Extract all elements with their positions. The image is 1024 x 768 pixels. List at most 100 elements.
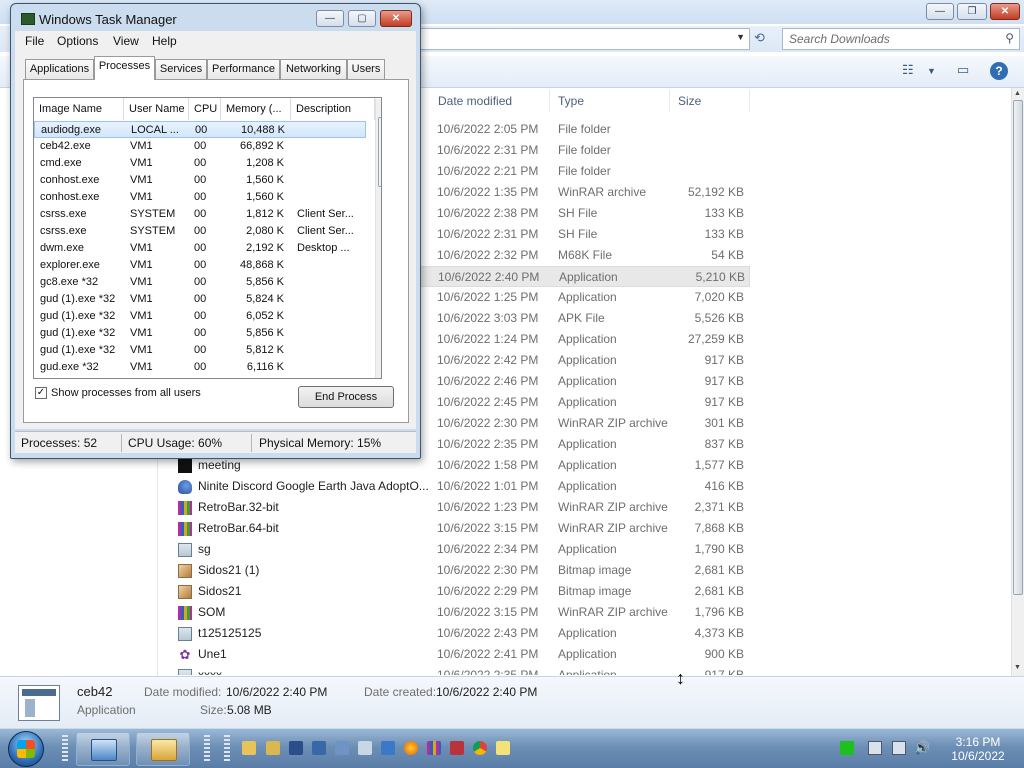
toolbar-grip[interactable] xyxy=(224,735,230,763)
tab-networking[interactable]: Networking xyxy=(280,59,347,79)
tab-performance[interactable]: Performance xyxy=(207,59,280,79)
minimize-button[interactable]: — xyxy=(316,10,344,27)
process-user: VM1 xyxy=(130,327,153,339)
volume-icon[interactable]: 🔊 xyxy=(914,741,930,755)
close-button[interactable]: ✕ xyxy=(990,3,1020,20)
network-icon[interactable] xyxy=(312,741,326,755)
process-row[interactable]: gud (1).exe *32 VM1 00 5,824 K xyxy=(34,291,366,308)
process-row[interactable]: audiodg.exe LOCAL ... 00 10,488 K xyxy=(34,121,366,138)
process-row[interactable]: csrss.exe SYSTEM 00 2,080 K Client Ser... xyxy=(34,223,366,240)
scroll-down-icon[interactable]: ▼ xyxy=(1014,664,1021,671)
column-memory[interactable]: Memory (... xyxy=(221,98,291,120)
start-button[interactable] xyxy=(8,731,44,767)
process-row[interactable]: csrss.exe SYSTEM 00 1,812 K Client Ser... xyxy=(34,206,366,223)
process-row[interactable]: conhost.exe VM1 00 1,560 K xyxy=(34,172,366,189)
process-row[interactable]: gc8.exe *32 VM1 00 5,856 K xyxy=(34,274,366,291)
process-scrollbar[interactable]: ▲ ▼ xyxy=(375,99,381,378)
search-icon[interactable]: ⚲ xyxy=(1005,31,1014,45)
file-row[interactable]: Sidos21 10/6/2022 2:29 PM Bitmap image 2,68… xyxy=(160,581,750,602)
shield-icon[interactable] xyxy=(358,741,372,755)
file-row[interactable]: RetroBar.64-bit 10/6/2022 3:15 PM WinRAR Z… xyxy=(160,518,750,539)
column-description[interactable]: Description xyxy=(291,98,375,120)
preview-pane-icon[interactable]: ▭ xyxy=(957,62,969,78)
process-row[interactable]: explorer.exe VM1 00 48,868 K xyxy=(34,257,366,274)
tab-applications[interactable]: Applications xyxy=(25,59,94,79)
monitor-icon[interactable] xyxy=(335,741,349,755)
scroll-down-icon[interactable]: ▼ xyxy=(380,367,381,374)
chevron-down-icon[interactable]: ▼ xyxy=(736,32,745,42)
view-options-icon[interactable]: ☷ xyxy=(902,62,914,78)
file-type: WinRAR archive xyxy=(558,185,647,199)
scroll-up-icon[interactable]: ▲ xyxy=(1014,90,1021,97)
clock[interactable]: 3:16 PM 10/6/2022 xyxy=(938,735,1018,763)
file-row[interactable]: RetroBar.32-bit 10/6/2022 1:23 PM WinRAR Z… xyxy=(160,497,750,518)
desktop-icon[interactable] xyxy=(381,741,395,755)
close-button[interactable]: ✕ xyxy=(380,10,412,27)
process-row[interactable]: gud.exe *32 VM1 00 6,116 K xyxy=(34,359,366,376)
notepad-icon[interactable] xyxy=(496,741,510,755)
app-icon[interactable] xyxy=(450,741,464,755)
view-dropdown-icon[interactable]: ▼ xyxy=(927,66,936,76)
file-row[interactable]: ✿ Une1 10/6/2022 2:41 PM Application 900 KB xyxy=(160,644,750,665)
end-process-button[interactable]: End Process xyxy=(298,386,394,408)
process-cpu: 00 xyxy=(194,259,207,271)
network-tray-icon[interactable] xyxy=(868,741,882,755)
column-image-name[interactable]: Image Name xyxy=(34,98,124,120)
scroll-up-icon[interactable]: ▲ xyxy=(380,103,381,110)
search-input[interactable]: Search Downloads ⚲ xyxy=(782,28,1020,50)
column-user-name[interactable]: User Name xyxy=(124,98,189,120)
process-mem: 1,560 K xyxy=(246,174,284,186)
help-icon[interactable]: ? xyxy=(990,62,1008,80)
file-row[interactable]: Ninite Discord Google Earth Java AdoptO.… xyxy=(160,476,750,497)
checkbox-check-icon[interactable]: ✓ xyxy=(35,387,47,400)
action-center-icon[interactable] xyxy=(892,741,906,755)
file-row[interactable]: SOM 10/6/2022 3:15 PM WinRAR ZIP archive 1,… xyxy=(160,602,750,623)
folder-icon[interactable] xyxy=(242,741,256,755)
column-type[interactable]: Type xyxy=(550,90,670,112)
tray-status-icon[interactable] xyxy=(840,741,854,755)
process-row[interactable]: dwm.exe VM1 00 2,192 K Desktop ... xyxy=(34,240,366,257)
toolbar-grip[interactable] xyxy=(204,735,210,763)
tab-services[interactable]: Services xyxy=(155,59,207,79)
winrar-icon[interactable] xyxy=(427,741,441,755)
column-cpu[interactable]: CPU xyxy=(189,98,221,120)
show-all-users-checkbox[interactable]: ✓ Show processes from all users xyxy=(35,387,201,400)
clock-date: 10/6/2022 xyxy=(951,749,1005,763)
file-size: 5,210 KB xyxy=(695,270,745,284)
file-row[interactable]: xxxx 10/6/2022 2:35 PM Application 917 KB xyxy=(160,665,750,675)
tab-processes[interactable]: Processes xyxy=(94,56,155,80)
scrollbar-thumb[interactable] xyxy=(1013,100,1023,595)
process-row[interactable]: cmd.exe VM1 00 1,208 K xyxy=(34,155,366,172)
computer-icon[interactable] xyxy=(289,741,303,755)
scrollbar-thumb[interactable] xyxy=(378,117,381,187)
process-row[interactable]: ceb42.exe VM1 00 66,892 K xyxy=(34,138,366,155)
restore-button[interactable]: ❐ xyxy=(957,3,987,20)
minimize-button[interactable]: — xyxy=(926,3,954,20)
refresh-icon[interactable]: ⟲ xyxy=(754,30,765,46)
file-date-modified: 10/6/2022 2:31 PM xyxy=(437,227,539,241)
process-row[interactable]: gud (1).exe *32 VM1 00 6,052 K xyxy=(34,308,366,325)
menu-options[interactable]: Options xyxy=(57,34,98,48)
file-row[interactable]: Sidos21 (1) 10/6/2022 2:30 PM Bitmap image… xyxy=(160,560,750,581)
process-row[interactable]: gud (1).exe *32 VM1 00 5,812 K xyxy=(34,342,366,359)
column-date-modified[interactable]: Date modified xyxy=(430,90,550,112)
file-row[interactable]: sg 10/6/2022 2:34 PM Application 1,790 KB xyxy=(160,539,750,560)
maximize-button[interactable]: ▢ xyxy=(348,10,376,27)
menu-file[interactable]: File xyxy=(25,34,44,48)
process-row[interactable]: conhost.exe VM1 00 1,560 K xyxy=(34,189,366,206)
menu-help[interactable]: Help xyxy=(152,34,177,48)
chrome-icon[interactable] xyxy=(473,741,487,755)
file-row[interactable]: t125125125 10/6/2022 2:43 PM Application 4,… xyxy=(160,623,750,644)
address-bar[interactable]: ▼ xyxy=(420,28,750,50)
column-size[interactable]: Size xyxy=(670,90,750,112)
vertical-scrollbar[interactable]: ▲ ▼ xyxy=(1011,88,1024,676)
menu-view[interactable]: View xyxy=(113,34,139,48)
taskbar-task-manager[interactable] xyxy=(76,732,130,766)
folder-edit-icon[interactable] xyxy=(266,741,280,755)
toolbar-grip[interactable] xyxy=(62,735,68,763)
file-size: 5,526 KB xyxy=(694,311,744,325)
taskbar-explorer[interactable] xyxy=(136,732,190,766)
process-row[interactable]: gud (1).exe *32 VM1 00 5,856 K xyxy=(34,325,366,342)
firefox-icon[interactable] xyxy=(404,741,418,755)
tab-users[interactable]: Users xyxy=(347,59,385,79)
